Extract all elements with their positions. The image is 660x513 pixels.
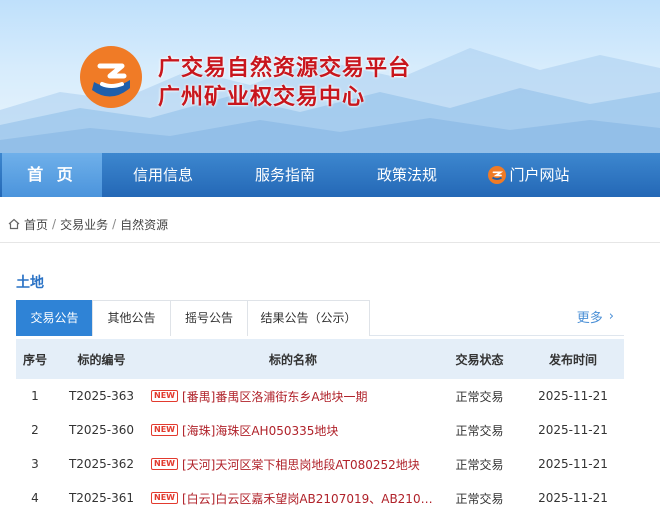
header-no: 序号	[22, 352, 47, 367]
row-status: 正常交易	[455, 389, 504, 404]
row-status: 正常交易	[455, 457, 504, 472]
header-name: 标的名称	[268, 352, 317, 367]
portal-logo-icon	[488, 166, 507, 184]
nav-home[interactable]: 首 页	[2, 153, 102, 197]
nav-policies[interactable]: 政策法规	[346, 153, 468, 197]
row-name-link[interactable]: [白云]白云区嘉禾望岗AB2107019、AB21070...	[182, 490, 434, 507]
header-status: 交易状态	[455, 352, 504, 367]
breadcrumb: 首页 / 交易业务 / 自然资源	[8, 214, 168, 234]
row-status: 正常交易	[455, 423, 504, 438]
table-row[interactable]: 4 T2025-361 NEW [白云]白云区嘉禾望岗AB2107019、AB2…	[16, 481, 624, 513]
row-no: 3	[31, 457, 39, 471]
nav-service-guide[interactable]: 服务指南	[224, 153, 346, 197]
new-badge: NEW	[151, 458, 178, 470]
nav-credit-info[interactable]: 信用信息	[102, 153, 224, 197]
header-banner: 广交易自然资源交易平台 广州矿业权交易中心	[0, 0, 660, 153]
table-row[interactable]: 2 T2025-360 NEW [海珠]海珠区AH050335地块 正常交易 2…	[16, 413, 624, 447]
row-status: 正常交易	[455, 491, 504, 506]
row-date: 2025-11-21	[538, 389, 608, 403]
tab-lottery-announcement[interactable]: 摇号公告	[170, 300, 248, 336]
row-code: T2025-363	[68, 389, 135, 403]
section-title: 土地	[16, 275, 44, 291]
row-date: 2025-11-21	[538, 423, 608, 437]
tab-other-announcement[interactable]: 其他公告	[92, 300, 171, 336]
row-name-cell: NEW [番禺]番禺区洛浦街东乡A地块一期	[149, 379, 437, 413]
row-name-cell: NEW [天河]天河区棠下相思岗地段AT080252地块	[149, 447, 437, 481]
announcement-tabs: 交易公告 其他公告 摇号公告 结果公告（公示）	[16, 300, 624, 336]
table-row[interactable]: 1 T2025-363 NEW [番禺]番禺区洛浦街东乡A地块一期 正常交易 2…	[16, 379, 624, 413]
nav-portal-label: 门户网站	[509, 166, 570, 184]
home-icon	[8, 218, 20, 230]
breadcrumb-separator: /	[112, 217, 117, 231]
chevron-right-icon: ›	[608, 309, 614, 324]
breadcrumb-trading[interactable]: 交易业务	[60, 216, 108, 233]
divider	[0, 242, 660, 243]
announcement-table: 序号 标的编号 标的名称 交易状态 发布时间 1 T2025-363 NEW […	[16, 339, 624, 513]
new-badge: NEW	[151, 492, 178, 504]
logo-icon	[80, 46, 142, 108]
table-row[interactable]: 3 T2025-362 NEW [天河]天河区棠下相思岗地段AT080252地块…	[16, 447, 624, 481]
row-code: T2025-362	[68, 457, 135, 471]
row-name-link[interactable]: [天河]天河区棠下相思岗地段AT080252地块	[182, 456, 420, 473]
breadcrumb-natural-resources[interactable]: 自然资源	[120, 216, 168, 233]
main-nav: 首 页 信用信息 服务指南 政策法规 门户网站	[0, 153, 660, 197]
more-link[interactable]: 更多 ›	[577, 307, 614, 326]
row-code: T2025-360	[68, 423, 135, 437]
new-badge: NEW	[151, 424, 178, 436]
row-no: 4	[31, 491, 39, 505]
row-name-cell: NEW [白云]白云区嘉禾望岗AB2107019、AB21070...	[149, 481, 437, 513]
site-title-line1: 广交易自然资源交易平台	[158, 56, 412, 81]
new-badge: NEW	[151, 390, 178, 402]
row-no: 2	[31, 423, 39, 437]
more-label: 更多	[576, 311, 603, 326]
row-code: T2025-361	[68, 491, 135, 505]
header-date: 发布时间	[548, 352, 597, 367]
tab-trade-announcement[interactable]: 交易公告	[16, 300, 93, 336]
site-title-line2: 广州矿业权交易中心	[158, 85, 366, 110]
table-header: 序号 标的编号 标的名称 交易状态 发布时间	[16, 339, 624, 379]
row-name-cell: NEW [海珠]海珠区AH050335地块	[149, 413, 437, 447]
nav-portal[interactable]: 门户网站	[468, 153, 590, 197]
row-name-link[interactable]: [海珠]海珠区AH050335地块	[182, 422, 338, 439]
row-no: 1	[31, 389, 39, 403]
breadcrumb-separator: /	[52, 217, 57, 231]
row-date: 2025-11-21	[538, 491, 608, 505]
tab-result-announcement[interactable]: 结果公告（公示）	[247, 300, 370, 336]
header-code: 标的编号	[77, 352, 126, 367]
row-date: 2025-11-21	[538, 457, 608, 471]
row-name-link[interactable]: [番禺]番禺区洛浦街东乡A地块一期	[182, 388, 368, 405]
breadcrumb-home[interactable]: 首页	[24, 216, 48, 233]
